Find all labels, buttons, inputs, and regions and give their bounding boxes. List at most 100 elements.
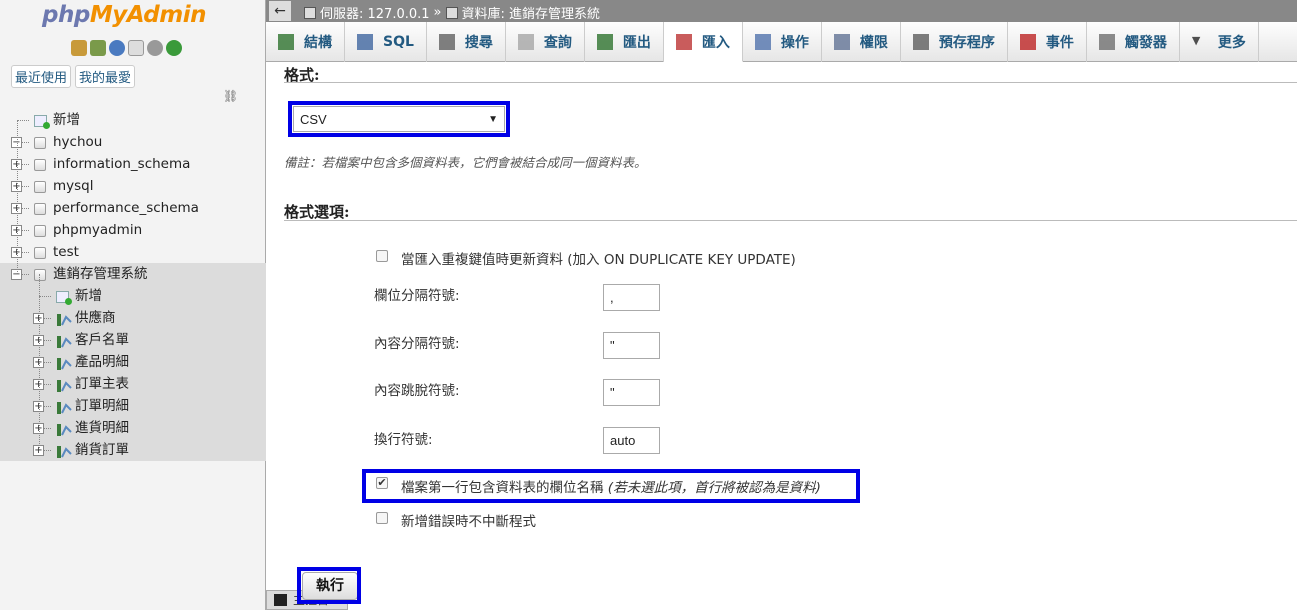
tree-item-label[interactable]: 客戶名單 <box>75 329 129 351</box>
tree-item-label[interactable]: performance_schema <box>53 197 199 219</box>
query-icon <box>517 34 534 50</box>
tree-item-label[interactable]: test <box>53 241 79 263</box>
no-abort-label: 新增錯誤時不中斷程式 <box>401 514 536 530</box>
breadcrumb-bar: ← 伺服器: 127.0.0.1 » 資料庫: 進銷存管理系統 <box>266 0 1297 22</box>
breadcrumb-server[interactable]: 伺服器: 127.0.0.1 <box>320 3 430 22</box>
breadcrumb-database[interactable]: 資料庫: 進銷存管理系統 <box>462 3 601 22</box>
phpmyadmin-logo[interactable]: phpMyAdmin <box>42 2 206 28</box>
reload-icon[interactable] <box>166 40 182 56</box>
tree-item-label[interactable]: 新增 <box>75 285 102 307</box>
tab-label: 查詢 <box>543 35 572 51</box>
tree-db-item[interactable]: + performance_schema <box>0 197 266 219</box>
tree-db-item[interactable]: + mysql <box>0 175 266 197</box>
home-icon[interactable] <box>71 40 87 56</box>
tab-search[interactable]: 搜尋 <box>427 22 506 62</box>
tab-routines[interactable]: 預存程序 <box>901 22 1008 62</box>
tree-db-item[interactable]: + test <box>0 241 266 263</box>
field-separator-label: 欄位分隔符號: <box>374 288 460 304</box>
no-abort-checkbox[interactable] <box>376 512 388 524</box>
newline-input[interactable]: auto <box>603 427 660 454</box>
first-row-label: 檔案第一行包含資料表的欄位名稱 (若未選此項，首行將被認為是資料) <box>401 480 821 496</box>
database-icon <box>34 269 46 281</box>
dropdown-arrow-icon: ▼ <box>488 113 498 125</box>
privileges-icon <box>833 34 850 50</box>
quick-icons <box>71 40 182 56</box>
sql-icon <box>357 34 373 50</box>
tab-label: 權限 <box>859 35 888 51</box>
update-duplicate-checkbox[interactable] <box>376 250 388 262</box>
tree-db-item[interactable]: + information_schema <box>0 153 266 175</box>
field-separator-input[interactable]: , <box>603 284 660 311</box>
tree-item-label[interactable]: mysql <box>53 175 94 197</box>
enclose-input[interactable]: " <box>603 332 660 359</box>
tab-privileges[interactable]: 權限 <box>822 22 901 62</box>
tab-label: 匯入 <box>701 34 730 51</box>
logout-icon[interactable] <box>90 40 106 56</box>
link-icon[interactable]: ⛓ <box>223 89 238 103</box>
tree-item-label[interactable]: 新增 <box>53 109 80 131</box>
new-icon <box>56 291 72 305</box>
docs-icon[interactable] <box>128 40 144 56</box>
tab-label: 操作 <box>780 35 809 51</box>
routines-icon <box>912 34 929 50</box>
tree-item-label[interactable]: 產品明細 <box>75 351 129 373</box>
tab-label: 匯出 <box>622 35 651 51</box>
database-icon <box>34 247 46 259</box>
divider <box>284 82 1297 83</box>
format-note: 備註：若檔案中包含多個資料表，它們會被結合成同一個資料表。 <box>284 155 647 170</box>
tree-db-item[interactable]: − hychou <box>0 131 266 153</box>
database-icon <box>34 181 46 193</box>
tree-db-item[interactable]: + phpmyadmin <box>0 219 266 241</box>
table-icon <box>56 378 72 392</box>
tree-item-label[interactable]: hychou <box>53 131 102 153</box>
main-tabs: 結構 SQL 搜尋 查詢 匯出 匯入 操作 權限 預存程序 事件 觸發器 ▼ 更多 <box>266 22 1297 62</box>
tree-item-label[interactable]: 進銷存管理系統 <box>53 263 148 285</box>
tree-item-label[interactable]: 訂單主表 <box>75 373 129 395</box>
tab-label: 結構 <box>304 35 332 51</box>
tab-sql[interactable]: SQL <box>345 22 427 62</box>
tree-item-label[interactable]: information_schema <box>53 153 190 175</box>
table-icon <box>56 334 72 348</box>
highlight-box <box>297 567 361 604</box>
tab-query[interactable]: 查詢 <box>506 22 585 62</box>
tab-clock[interactable]: 事件 <box>1008 22 1087 62</box>
tree-line <box>17 120 18 274</box>
tab-label: 事件 <box>1045 35 1074 51</box>
import-icon <box>675 33 692 50</box>
tab-wrench[interactable]: 操作 <box>743 22 822 62</box>
tree-item-label[interactable]: 進貨明細 <box>75 417 129 439</box>
tab-structure[interactable]: 結構 <box>266 22 345 62</box>
escape-input[interactable]: " <box>603 379 660 406</box>
first-row-checkbox[interactable]: ✔ <box>376 477 388 489</box>
tree-new-item[interactable]: 新增 <box>0 109 266 131</box>
more-icon: ▼ <box>1191 34 1201 47</box>
tab-export[interactable]: 匯出 <box>585 22 664 62</box>
tree-item-label[interactable]: 訂單明細 <box>75 395 129 417</box>
tab-import[interactable]: 匯入 <box>663 22 743 62</box>
divider <box>284 220 1297 221</box>
table-icon <box>56 422 72 436</box>
console-icon <box>274 594 287 606</box>
tree-item-label[interactable]: 銷貨訂單 <box>75 439 129 461</box>
tab-label: 更多 <box>1217 35 1246 51</box>
tab-label: 搜尋 <box>464 35 493 51</box>
gear-icon[interactable] <box>147 40 163 56</box>
newline-label: 換行符號: <box>374 432 433 448</box>
tab-more[interactable]: ▼ 更多 <box>1180 22 1259 62</box>
recent-tab[interactable]: 最近使用 <box>11 65 72 88</box>
tab-trigger[interactable]: 觸發器 <box>1087 22 1180 62</box>
format-select[interactable]: CSV ▼ <box>293 106 505 132</box>
help-icon[interactable] <box>109 40 125 56</box>
tree-item-label[interactable]: phpmyadmin <box>53 219 142 241</box>
first-row-hint: (若未選此項，首行將被認為是資料) <box>607 480 821 496</box>
search-icon <box>438 34 455 50</box>
escape-label: 內容跳脫符號: <box>374 383 460 399</box>
tree-line <box>39 274 40 450</box>
favorites-tab[interactable]: 我的最愛 <box>75 65 136 88</box>
export-icon <box>596 34 613 50</box>
back-arrow-icon[interactable]: ← <box>269 1 291 21</box>
tree-item-label[interactable]: 供應商 <box>75 307 116 329</box>
tab-label: SQL <box>383 34 414 50</box>
database-icon <box>445 6 458 19</box>
tree-line <box>39 296 51 297</box>
